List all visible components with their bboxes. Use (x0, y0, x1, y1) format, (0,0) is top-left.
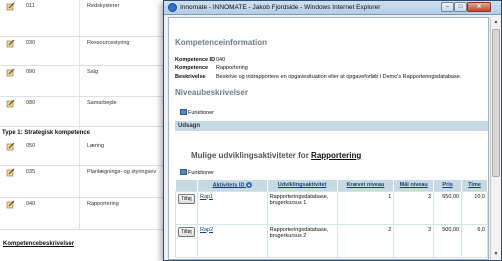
page-content: Kompetenceinformation Kompetence ID 040 … (168, 17, 489, 260)
edit-icon[interactable] (6, 142, 15, 151)
column-header-required-level[interactable]: Krævet niveau (337, 180, 395, 191)
edit-icon[interactable] (6, 39, 15, 48)
activity-id-link[interactable]: Rap2 (200, 227, 213, 233)
table-row[interactable]: 011 Redskysterer (0, 0, 165, 37)
competence-name-value: Rapportering (216, 65, 248, 71)
scroll-down-icon[interactable]: ▼ (492, 250, 500, 258)
statement-header: Udsagn (175, 121, 488, 131)
activity-name: Rapporteringsdatabase, (269, 193, 329, 200)
competence-code: 030 (26, 40, 36, 46)
functions-label: Funktioner (188, 170, 214, 176)
competence-code: 040 (26, 201, 36, 207)
price: 650,00 (433, 190, 463, 225)
table-row[interactable]: 050 Læring (0, 140, 165, 166)
statement-header-label: Udsagn (178, 123, 201, 129)
description-label: Beskrivelse (175, 74, 206, 80)
competence-name: Læring (87, 143, 105, 149)
minimize-button[interactable]: – (441, 2, 454, 12)
competence-code: 080 (26, 100, 36, 106)
price: 500,00 (433, 223, 463, 258)
functions-menu[interactable]: Funktioner (180, 109, 214, 116)
edit-icon[interactable] (6, 2, 15, 11)
activity-name: Rapporteringsdatabase, (269, 226, 329, 233)
activities-heading: Mulige udviklingsaktiviteter for Rapport… (191, 151, 361, 160)
time: 10,0 (461, 190, 488, 225)
activity-name-line2: brugerkursus 1 (269, 199, 307, 206)
functions-menu[interactable]: Funktioner (180, 169, 214, 176)
column-header-time[interactable]: Time (461, 180, 488, 191)
competence-name: Ressourcestyring (87, 40, 130, 46)
competence-name: Redskysterer (87, 3, 120, 9)
add-button[interactable]: Tilføj (178, 193, 195, 204)
window-title: Innomate - INNOMATE - Jakob Fjordside - … (180, 4, 381, 11)
competence-name-label: Kompetence (175, 65, 209, 71)
title-bar[interactable]: Innomate - INNOMATE - Jakob Fjordside - … (164, 1, 501, 15)
edit-icon[interactable] (6, 200, 15, 209)
sort-icon[interactable]: ▲ (245, 182, 252, 189)
competence-name: Rapportering (87, 201, 119, 207)
required-level: 2 (336, 223, 395, 258)
column-header-goal-level[interactable]: Mål niveau (393, 180, 435, 191)
table-row[interactable]: 035 Planlægnings- og styringsev (0, 166, 165, 198)
section-title-info: Kompetenceinformation (175, 38, 268, 47)
maximize-button[interactable]: □ (454, 2, 467, 12)
competence-descriptions-link[interactable]: Kompetencebeskrivelser (3, 241, 74, 247)
column-header-price[interactable]: Pris (433, 180, 463, 191)
functions-label: Funktioner (188, 110, 214, 116)
table-header-row: Aktivitets ID ▲ Udviklingsaktivitet Kræv… (175, 180, 488, 191)
activities-table: Aktivitets ID ▲ Udviklingsaktivitet Kræv… (175, 180, 488, 258)
competence-id-value: 040 (216, 57, 226, 63)
browser-window: Innomate - INNOMATE - Jakob Fjordside - … (163, 0, 502, 261)
scrollbar-thumb[interactable] (492, 29, 500, 177)
add-button[interactable]: Tilføj (178, 226, 195, 237)
table-row[interactable]: 040 Rapportering (0, 198, 165, 230)
edit-icon[interactable] (6, 99, 15, 108)
edit-icon[interactable] (6, 168, 15, 177)
table-row: Tilføj Rap2 Rapporteringsdatabase, bruger… (175, 223, 488, 258)
internet-explorer-icon (168, 3, 177, 12)
competence-link[interactable]: Rapportering (311, 151, 361, 160)
goal-level: 3 (393, 223, 435, 258)
competence-id-label: Kompetence ID (175, 57, 216, 63)
functions-icon (180, 169, 187, 175)
scroll-up-icon[interactable]: ▲ (492, 18, 500, 26)
column-header (175, 180, 198, 191)
time: 6,0 (461, 223, 488, 258)
close-button[interactable]: ✕ (467, 2, 491, 12)
table-row[interactable]: 090 Salg (0, 66, 165, 97)
vertical-scrollbar[interactable]: ▲ ▼ (490, 17, 501, 260)
section-title-levels: Niveaubeskrivelser (175, 88, 248, 97)
competence-code: 035 (26, 169, 36, 175)
competence-code: 050 (26, 143, 36, 149)
type-heading: Type 1: Strategisk kompetence (2, 130, 90, 136)
table-row[interactable]: 080 Samarbejde (0, 97, 165, 127)
activity-name-line2: brugerkursus 2 (269, 232, 307, 239)
description-value: Beskrive og indrapportere en opgavesitua… (216, 74, 462, 80)
competence-code: 011 (26, 3, 35, 9)
goal-level: 2 (393, 190, 435, 225)
competence-name: Salg (87, 69, 99, 75)
functions-icon (180, 109, 187, 115)
competence-code: 090 (26, 69, 36, 75)
edit-icon[interactable] (6, 68, 15, 77)
activities-heading-text: Mulige udviklingsaktiviteter for (191, 151, 309, 160)
table-row: Tilføj Rap1 Rapporteringsdatabase, bruger… (175, 190, 488, 225)
column-header-activity[interactable]: Udviklingsaktivitet (267, 180, 338, 191)
required-level: 1 (336, 190, 395, 225)
competence-name: Samarbejde (87, 100, 117, 106)
column-header-activity-id[interactable]: Aktivitets ID ▲ (197, 180, 268, 191)
competence-name: Planlægnings- og styringsev (87, 169, 157, 175)
activity-id-link[interactable]: Rap1 (200, 194, 213, 200)
table-row[interactable]: 030 Ressourcestyring (0, 37, 165, 66)
